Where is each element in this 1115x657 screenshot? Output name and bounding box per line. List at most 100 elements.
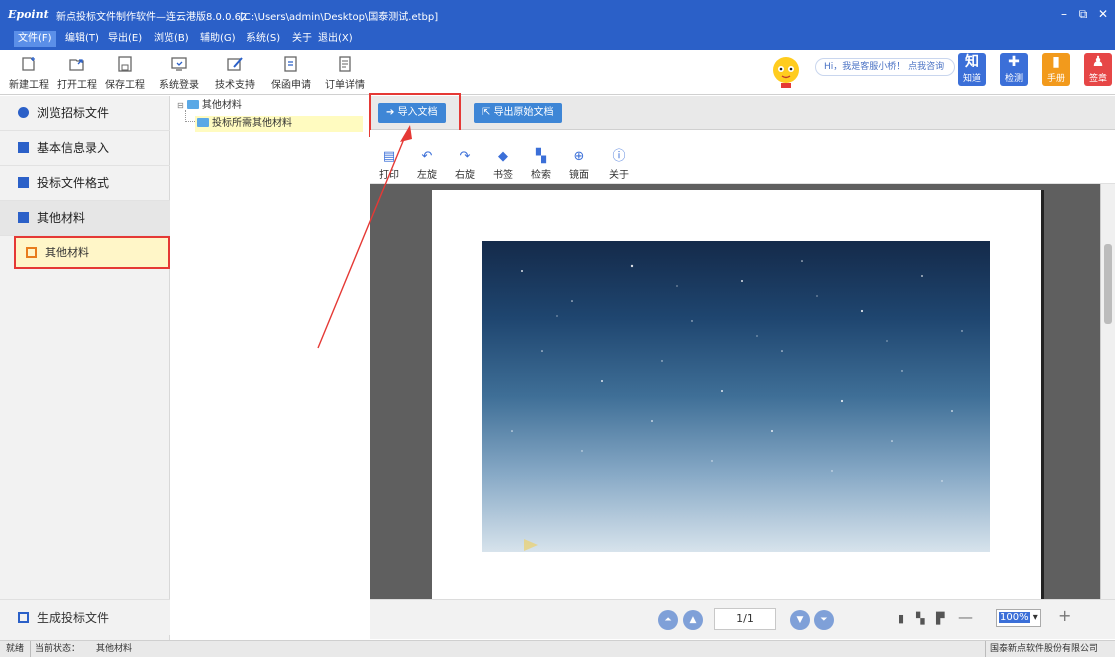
status-state-label: 当前状态：: [30, 641, 80, 657]
search-icon: ▚: [536, 149, 546, 164]
export-icon: ⇱: [482, 107, 494, 118]
tree-child-label: 投标所需其他材料: [212, 118, 292, 129]
scroll-thumb[interactable]: [1104, 244, 1112, 324]
two-page-icon[interactable]: ▚: [916, 612, 924, 625]
guarantee-icon: [284, 56, 297, 72]
check-button[interactable]: ✚ 检测: [1000, 53, 1028, 86]
manual-button[interactable]: ▮ 手册: [1042, 53, 1070, 86]
vertical-scrollbar[interactable]: [1100, 184, 1115, 599]
eye-icon: [18, 107, 29, 118]
nav-label: 浏览招标文件: [37, 106, 110, 120]
know-label: 知道: [962, 74, 981, 84]
signature-button[interactable]: ♟ 签章: [1084, 53, 1112, 86]
search-button[interactable]: ▚ 检索: [526, 149, 556, 182]
order-icon: [339, 56, 351, 72]
tech-support-button[interactable]: 技术支持: [210, 54, 260, 92]
new-project-label: 新建工程: [9, 80, 49, 91]
assistant-avatar-icon[interactable]: [768, 52, 804, 90]
file-path: [C:\Users\admin\Desktop\国泰测试.etbp]: [240, 12, 439, 23]
company-name: 国泰新点软件股份有限公司: [985, 641, 1098, 657]
prev-page-button[interactable]: ▲: [683, 610, 703, 630]
menu-system[interactable]: 系统(S): [242, 31, 284, 47]
login-icon: [171, 57, 187, 71]
first-page-button[interactable]: ⏶: [658, 610, 678, 630]
folder-icon: [186, 100, 199, 109]
mirror-button[interactable]: ⊕ 镜面: [564, 150, 594, 182]
collapse-icon[interactable]: ⊟: [177, 101, 184, 110]
rotate-left-button[interactable]: ↶ 左旋: [412, 149, 442, 182]
edit-icon: [18, 212, 29, 223]
know-button[interactable]: 知 知道: [958, 53, 986, 86]
nav-sub-other-materials[interactable]: 其他材料: [14, 236, 170, 269]
edit-icon: [18, 142, 29, 153]
menu-assist[interactable]: 辅助(G): [196, 31, 240, 47]
assistant-ask-link[interactable]: 点我咨询: [908, 62, 944, 72]
minimize-button[interactable]: –: [1055, 5, 1073, 23]
zoom-in-button[interactable]: +: [1058, 606, 1071, 625]
menu-edit[interactable]: 编辑(T): [61, 31, 103, 47]
tech-support-label: 技术支持: [215, 80, 255, 91]
assistant-bubble[interactable]: Hi，我是客服小桥！ 点我咨询: [815, 58, 955, 76]
nav-other-materials[interactable]: 其他材料: [0, 201, 170, 236]
nav-bid-format[interactable]: 投标文件格式: [0, 166, 170, 201]
document-image: [482, 241, 990, 552]
print-label: 打印: [379, 170, 399, 181]
new-project-icon: [22, 57, 35, 71]
status-ready: 就绪: [6, 644, 25, 654]
open-project-button[interactable]: 打开工程: [52, 54, 102, 92]
zoom-select[interactable]: 100% ▾: [996, 609, 1041, 627]
zoom-out-button[interactable]: —: [958, 608, 973, 626]
support-icon: [227, 57, 243, 71]
nav-basic-info[interactable]: 基本信息录入: [0, 131, 170, 166]
next-page-button[interactable]: ▼: [790, 610, 810, 630]
menu-exit[interactable]: 退出(X): [314, 31, 357, 47]
know-icon: 知: [965, 54, 979, 70]
viewer-toolbar: ▤ 打印 ↶ 左旋 ↷ 右旋 ◆ 书签 ▚ 检索 ⊕ 镜面 ⓘ 关于: [370, 130, 1115, 184]
save-project-button[interactable]: 保存工程: [100, 54, 150, 92]
print-icon: ▤: [382, 149, 396, 164]
order-details-button[interactable]: 订单详情: [320, 54, 370, 92]
about-button[interactable]: ⓘ 关于: [604, 150, 634, 182]
starfield-image: [511, 260, 963, 551]
new-project-button[interactable]: 新建工程: [4, 54, 54, 92]
tree-child[interactable]: 投标所需其他材料: [195, 116, 363, 132]
export-original-button[interactable]: ⇱ 导出原始文档: [474, 103, 562, 123]
bookmark-icon: ◆: [498, 149, 508, 164]
last-page-button[interactable]: ⏷: [814, 610, 834, 630]
file-tree: ⊟ 其他材料 投标所需其他材料: [171, 96, 369, 640]
pager-bar: ⏶ ▲ 1/1 ▼ ⏷ ▮ ▚ ▛ — 100% ▾ +: [370, 599, 1115, 639]
rotate-left-icon: ↶: [421, 149, 433, 164]
title-bar: Epoint 新点投标文件制作软件—连云港版8.0.0.62 [C:\Users…: [0, 0, 1115, 28]
folder-icon: [197, 118, 209, 127]
bookmark-button[interactable]: ◆ 书签: [488, 149, 518, 182]
menu-export[interactable]: 导出(E): [104, 31, 146, 47]
single-page-icon[interactable]: ▮: [898, 612, 904, 625]
generate-bid-button[interactable]: 生成投标文件: [0, 599, 170, 635]
edit-icon: [18, 177, 29, 188]
print-button[interactable]: ▤ 打印: [374, 149, 404, 182]
rotate-right-label: 右旋: [455, 170, 475, 181]
mirror-label: 镜面: [569, 170, 589, 181]
guarantee-apply-button[interactable]: 保函申请: [266, 54, 316, 92]
tree-connector: [185, 110, 195, 122]
manual-icon: ▮: [1052, 54, 1060, 70]
system-login-button[interactable]: 系统登录: [154, 54, 204, 92]
bookmark-label: 书签: [493, 170, 513, 181]
menu-browse[interactable]: 浏览(B): [150, 31, 193, 47]
order-details-label: 订单详情: [325, 80, 365, 91]
document-icon: [26, 247, 37, 258]
menu-file[interactable]: 文件(F): [14, 31, 56, 47]
restore-button[interactable]: ⧉: [1074, 5, 1092, 23]
export-label: 导出原始文档: [493, 107, 554, 118]
status-state-value: 其他材料: [96, 644, 133, 654]
nav-label: 基本信息录入: [37, 141, 110, 155]
close-button[interactable]: ✕: [1094, 5, 1112, 23]
page-indicator[interactable]: 1/1: [714, 608, 776, 630]
open-project-label: 打开工程: [57, 80, 97, 91]
nav-browse-tender[interactable]: 浏览招标文件: [0, 96, 170, 131]
rotate-right-button[interactable]: ↷ 右旋: [450, 150, 480, 182]
check-icon: ✚: [1008, 54, 1020, 70]
menu-about[interactable]: 关于: [288, 31, 316, 47]
fit-page-icon[interactable]: ▛: [936, 612, 944, 625]
assistant-greeting: Hi，我是客服小桥！: [824, 62, 906, 72]
